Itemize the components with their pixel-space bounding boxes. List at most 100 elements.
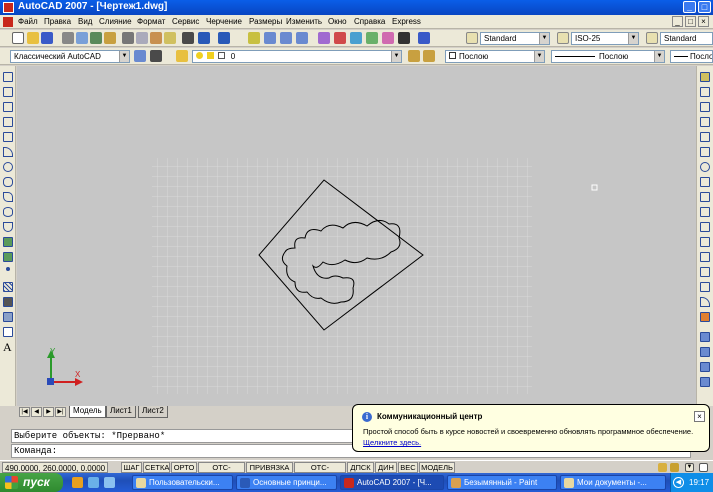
markup-icon[interactable] xyxy=(382,32,394,44)
sheet-set-icon[interactable] xyxy=(366,32,378,44)
ortho-toggle[interactable]: ОРТО xyxy=(171,462,197,473)
dyn-toggle[interactable]: ДИН xyxy=(375,462,397,473)
stretch-icon[interactable] xyxy=(700,192,710,202)
menu-draw[interactable]: Черчение xyxy=(206,17,242,26)
document-icon[interactable] xyxy=(3,17,13,27)
save-icon[interactable] xyxy=(41,32,53,44)
task-my-documents[interactable]: Мои документы -... xyxy=(560,475,666,490)
linetype-select[interactable]: Послою ▼ xyxy=(551,50,665,63)
match-properties-icon[interactable] xyxy=(164,32,176,44)
menu-modify[interactable]: Изменить xyxy=(286,17,322,26)
open-icon[interactable] xyxy=(27,32,39,44)
mdi-close-button[interactable]: × xyxy=(698,16,709,27)
redo-icon[interactable] xyxy=(218,32,230,44)
spline-icon[interactable] xyxy=(3,192,13,202)
multiline-text-icon[interactable]: A xyxy=(3,340,12,355)
zoom-realtime-icon[interactable] xyxy=(264,32,276,44)
menu-dimension[interactable]: Размеры xyxy=(249,17,282,26)
minimize-button[interactable]: _ xyxy=(683,1,696,13)
lineweight-select[interactable]: Послою xyxy=(670,50,713,63)
dim-style-select[interactable]: ISO-25 ▼ xyxy=(571,32,639,45)
quicklaunch-desktop-icon[interactable] xyxy=(104,477,115,488)
text-style-icon[interactable] xyxy=(466,32,478,44)
grid-toggle[interactable]: СЕТКА xyxy=(143,462,170,473)
fillet-icon[interactable] xyxy=(700,297,710,307)
explode-icon[interactable] xyxy=(700,312,710,322)
extend-icon[interactable] xyxy=(700,222,710,232)
zoom-window-icon[interactable] xyxy=(280,32,292,44)
chamfer-icon[interactable] xyxy=(700,282,710,292)
task-basic-principles[interactable]: Основные принци... xyxy=(236,475,337,490)
mirror-icon[interactable] xyxy=(700,102,710,112)
clock[interactable]: 19:17 xyxy=(689,478,709,487)
table-style-select[interactable]: Standard xyxy=(660,32,713,45)
bring-to-front-icon[interactable] xyxy=(700,347,710,357)
copy-icon[interactable] xyxy=(136,32,148,44)
polar-toggle[interactable]: ОТС-ПОЛЯР xyxy=(198,462,245,482)
menu-help[interactable]: Справка xyxy=(354,17,385,26)
offset-icon[interactable] xyxy=(700,117,710,127)
clean-screen-icon[interactable] xyxy=(699,463,708,472)
revision-cloud-icon[interactable] xyxy=(3,177,13,187)
osnap-toggle[interactable]: ПРИВЯЗКА xyxy=(246,462,293,473)
lwt-toggle[interactable]: ВЕС xyxy=(398,462,418,473)
design-center-icon[interactable] xyxy=(334,32,346,44)
break-at-point-icon[interactable] xyxy=(700,237,710,247)
balloon-link[interactable]: Щелкните здесь. xyxy=(363,438,421,447)
ellipse-arc-icon[interactable] xyxy=(3,222,13,232)
properties-icon[interactable] xyxy=(318,32,330,44)
send-to-back-icon[interactable] xyxy=(700,362,710,372)
3d-dwf-icon[interactable] xyxy=(104,32,116,44)
arc-icon[interactable] xyxy=(3,147,13,157)
tab-sheet1[interactable]: Лист1 xyxy=(106,406,136,418)
autocad-app-icon[interactable] xyxy=(3,2,14,13)
coordinates-display[interactable]: 490.0000, 260.0000, 0.0000 xyxy=(2,462,109,473)
array-icon[interactable] xyxy=(700,132,710,142)
region-icon[interactable] xyxy=(3,312,13,322)
pan-icon[interactable] xyxy=(248,32,260,44)
chevron-down-icon[interactable]: ▼ xyxy=(685,463,694,472)
workspace-settings-icon[interactable] xyxy=(134,50,146,62)
insert-block-icon[interactable] xyxy=(3,237,13,247)
plot-preview-icon[interactable] xyxy=(76,32,88,44)
draw-order-icon[interactable] xyxy=(700,332,710,342)
ellipse-icon[interactable] xyxy=(3,207,13,217)
layer-manager-icon[interactable] xyxy=(176,50,188,62)
lock-icon[interactable] xyxy=(670,463,679,472)
table-icon[interactable] xyxy=(3,327,13,337)
publish-icon[interactable] xyxy=(90,32,102,44)
quicklaunch-ie-icon[interactable] xyxy=(88,477,99,488)
table-style-icon[interactable] xyxy=(646,32,658,44)
task-paint[interactable]: Безымянный - Paint xyxy=(447,475,557,490)
prev-tab-button[interactable]: ◀ xyxy=(31,407,42,417)
trim-icon[interactable] xyxy=(700,207,710,217)
layer-select[interactable]: 0 ▼ xyxy=(192,50,402,63)
circle-icon[interactable] xyxy=(3,162,13,172)
snap-toggle[interactable]: ШАГ xyxy=(121,462,142,473)
polygon-icon[interactable] xyxy=(3,117,13,127)
join-icon[interactable] xyxy=(700,267,710,277)
drawing-area[interactable]: Y X xyxy=(17,66,696,406)
qnew-icon[interactable] xyxy=(12,32,24,44)
last-tab-button[interactable]: ▶| xyxy=(55,407,66,417)
cut-icon[interactable] xyxy=(122,32,134,44)
polyline-icon[interactable] xyxy=(3,102,13,112)
erase-icon[interactable] xyxy=(700,72,710,82)
quicklaunch-firefox-icon[interactable] xyxy=(72,477,83,488)
menu-format[interactable]: Формат xyxy=(137,17,165,26)
bring-above-icon[interactable] xyxy=(700,377,710,387)
task-autocad[interactable]: AutoCAD 2007 - [Ч... xyxy=(340,475,444,490)
ducs-toggle[interactable]: ДПСК xyxy=(347,462,374,473)
zoom-previous-icon[interactable] xyxy=(296,32,308,44)
menu-merge[interactable]: Слияние xyxy=(99,17,132,26)
construction-line-icon[interactable] xyxy=(3,87,13,97)
menu-view[interactable]: Вид xyxy=(78,17,92,26)
calculator-icon[interactable] xyxy=(398,32,410,44)
menu-file[interactable]: Файл xyxy=(18,17,38,26)
start-button[interactable]: пуск xyxy=(0,473,63,492)
break-icon[interactable] xyxy=(700,252,710,262)
block-editor-icon[interactable] xyxy=(182,32,194,44)
workspace-save-icon[interactable] xyxy=(150,50,162,62)
tab-model[interactable]: Модель xyxy=(69,406,106,418)
make-block-icon[interactable] xyxy=(3,252,13,262)
